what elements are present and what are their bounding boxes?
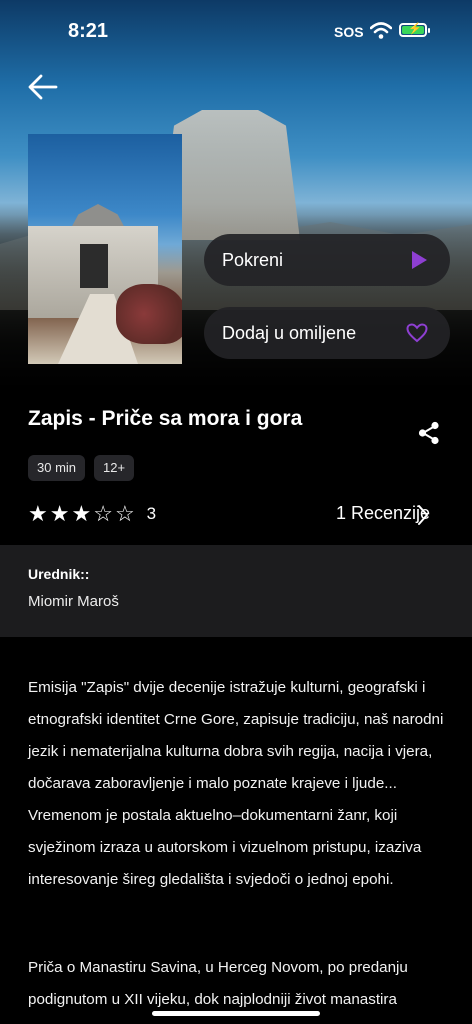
play-icon [410,250,428,270]
status-bar: 8:21 SOS ⚡ [0,0,472,64]
rating-value: 3 [146,504,157,523]
star-filled-icon[interactable]: ★ [71,502,91,526]
sos-indicator: SOS [334,24,364,40]
duration-badge: 30 min [28,455,86,481]
show-title: Zapis - Priče sa mora i gora [28,407,303,430]
editor-name: Miomir Maroš [28,593,119,610]
star-outline-icon[interactable]: ☆ [115,502,135,526]
star-outline-icon[interactable]: ☆ [93,502,113,526]
editor-label: Urednik:: [28,566,90,582]
chevron-right-icon[interactable] [416,503,430,527]
description-text: Priča o Manastiru Savina, u Herceg Novom… [28,959,408,1008]
star-filled-icon[interactable]: ★ [50,502,70,526]
share-icon[interactable] [416,420,442,446]
status-time: 8:21 [68,20,109,42]
play-button[interactable]: Pokreni [204,234,450,286]
editor-section: Urednik:: Miomir Maroš [0,545,472,637]
description-paragraph: Emisija "Zapis" dvije decenije istražuje… [28,679,444,888]
play-button-label: Pokreni [222,249,284,270]
back-arrow-icon[interactable] [26,72,60,102]
battery-icon: ⚡ [399,23,430,37]
favorites-button-label: Dodaj u omiljene [222,322,357,343]
heart-outline-icon [406,323,428,343]
star-filled-icon[interactable]: ★ [28,502,48,526]
wifi-icon [370,22,392,39]
age-rating-badge: 12+ [94,455,135,481]
description-paragraph: Priča o Manastiru Savina, u Herceg Novom… [28,952,448,1016]
home-indicator[interactable] [152,1011,320,1016]
add-to-favorites-button[interactable]: Dodaj u omiljene [204,307,450,359]
star-rating[interactable]: ★ ★ ★ ☆ ☆ 3 [28,502,156,526]
show-poster-image [28,134,182,364]
